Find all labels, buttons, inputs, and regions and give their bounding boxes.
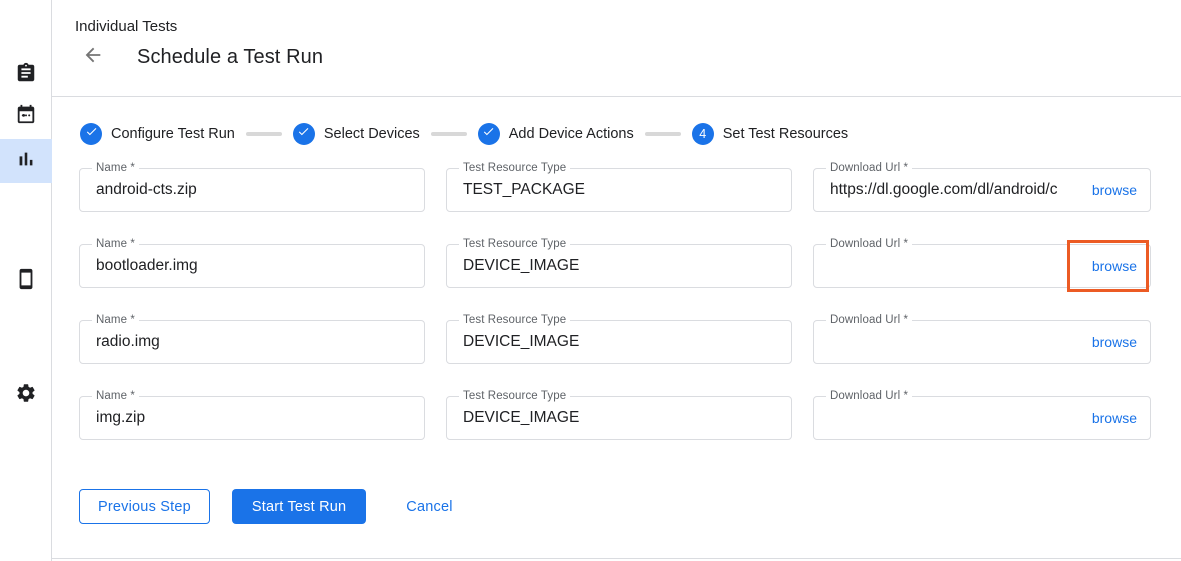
step-connector xyxy=(246,132,282,136)
sidebar-item-tests[interactable] xyxy=(0,53,52,97)
name-value[interactable]: android-cts.zip xyxy=(80,181,424,199)
field-label: Test Resource Type xyxy=(459,390,570,402)
check-icon xyxy=(297,125,310,143)
step-complete-badge xyxy=(293,123,315,145)
download-url-field[interactable]: Download Url * https://dl.google.com/dl/… xyxy=(813,168,1151,212)
step-complete-badge xyxy=(478,123,500,145)
type-value[interactable]: DEVICE_IMAGE xyxy=(447,409,791,427)
test-resources-form: Name * android-cts.zip Test Resource Typ… xyxy=(79,168,1181,440)
start-test-run-button[interactable]: Start Test Run xyxy=(232,489,366,524)
step-connector xyxy=(431,132,467,136)
step-number-badge: 4 xyxy=(692,123,714,145)
field-label: Download Url * xyxy=(826,238,912,250)
sidebar-item-test-runs[interactable] xyxy=(0,139,52,183)
bottom-divider xyxy=(52,558,1181,559)
step-number: 4 xyxy=(699,127,706,141)
main-content: Individual Tests Schedule a Test Run Con… xyxy=(52,0,1181,561)
breadcrumb: Individual Tests xyxy=(75,0,1181,35)
name-value[interactable]: radio.img xyxy=(80,333,424,351)
type-value[interactable]: TEST_PACKAGE xyxy=(447,181,791,199)
name-field[interactable]: Name * bootloader.img xyxy=(79,244,425,288)
previous-step-button[interactable]: Previous Step xyxy=(79,489,210,524)
name-value[interactable]: img.zip xyxy=(80,409,424,427)
step-select-devices[interactable]: Select Devices xyxy=(293,123,420,145)
browse-link[interactable]: browse xyxy=(1092,182,1137,198)
clipboard-icon xyxy=(15,62,37,89)
field-label: Test Resource Type xyxy=(459,238,570,250)
field-label: Download Url * xyxy=(826,314,912,326)
field-label: Name * xyxy=(92,162,139,174)
browse-link[interactable]: browse xyxy=(1092,258,1137,274)
name-field[interactable]: Name * android-cts.zip xyxy=(79,168,425,212)
page-title: Schedule a Test Run xyxy=(137,46,323,69)
check-icon xyxy=(482,125,495,143)
step-connector xyxy=(645,132,681,136)
stepper: Configure Test Run Select Devices Add De… xyxy=(80,123,1181,145)
field-label: Download Url * xyxy=(826,390,912,402)
step-label: Select Devices xyxy=(324,126,420,142)
field-label: Test Resource Type xyxy=(459,314,570,326)
name-value[interactable]: bootloader.img xyxy=(80,257,424,275)
test-resource-type-field[interactable]: Test Resource Type DEVICE_IMAGE xyxy=(446,320,792,364)
sidebar-item-devices[interactable] xyxy=(0,259,52,303)
name-field[interactable]: Name * radio.img xyxy=(79,320,425,364)
cancel-button[interactable]: Cancel xyxy=(404,489,454,524)
browse-link[interactable]: browse xyxy=(1092,410,1137,426)
gear-icon xyxy=(15,382,37,409)
calendar-icon xyxy=(15,103,37,130)
back-button[interactable] xyxy=(81,45,105,69)
sidebar xyxy=(0,0,52,561)
step-configure-test-run[interactable]: Configure Test Run xyxy=(80,123,235,145)
page-header: Individual Tests Schedule a Test Run xyxy=(52,0,1181,97)
field-label: Test Resource Type xyxy=(459,162,570,174)
name-field[interactable]: Name * img.zip xyxy=(79,396,425,440)
field-label: Name * xyxy=(92,238,139,250)
download-url-field[interactable]: Download Url * browse xyxy=(813,244,1151,288)
step-add-device-actions[interactable]: Add Device Actions xyxy=(478,123,634,145)
step-complete-badge xyxy=(80,123,102,145)
arrow-back-icon xyxy=(82,44,104,71)
bar-chart-icon xyxy=(15,148,37,175)
sidebar-item-settings[interactable] xyxy=(0,373,52,417)
step-label: Set Test Resources xyxy=(723,126,848,142)
type-value[interactable]: DEVICE_IMAGE xyxy=(447,333,791,351)
field-label: Name * xyxy=(92,390,139,402)
step-label: Add Device Actions xyxy=(509,126,634,142)
field-label: Download Url * xyxy=(826,162,912,174)
check-icon xyxy=(85,125,98,143)
sidebar-item-test-plans[interactable] xyxy=(0,94,52,138)
step-label: Configure Test Run xyxy=(111,126,235,142)
test-resource-type-field[interactable]: Test Resource Type DEVICE_IMAGE xyxy=(446,396,792,440)
step-set-test-resources[interactable]: 4 Set Test Resources xyxy=(692,123,848,145)
field-label: Name * xyxy=(92,314,139,326)
test-resource-type-field[interactable]: Test Resource Type DEVICE_IMAGE xyxy=(446,244,792,288)
url-value[interactable]: https://dl.google.com/dl/android/c xyxy=(814,181,1086,199)
browse-link[interactable]: browse xyxy=(1092,334,1137,350)
form-actions: Previous Step Start Test Run Cancel xyxy=(79,489,1181,524)
type-value[interactable]: DEVICE_IMAGE xyxy=(447,257,791,275)
download-url-field[interactable]: Download Url * browse xyxy=(813,320,1151,364)
test-resource-type-field[interactable]: Test Resource Type TEST_PACKAGE xyxy=(446,168,792,212)
download-url-field[interactable]: Download Url * browse xyxy=(813,396,1151,440)
smartphone-icon xyxy=(15,268,37,295)
